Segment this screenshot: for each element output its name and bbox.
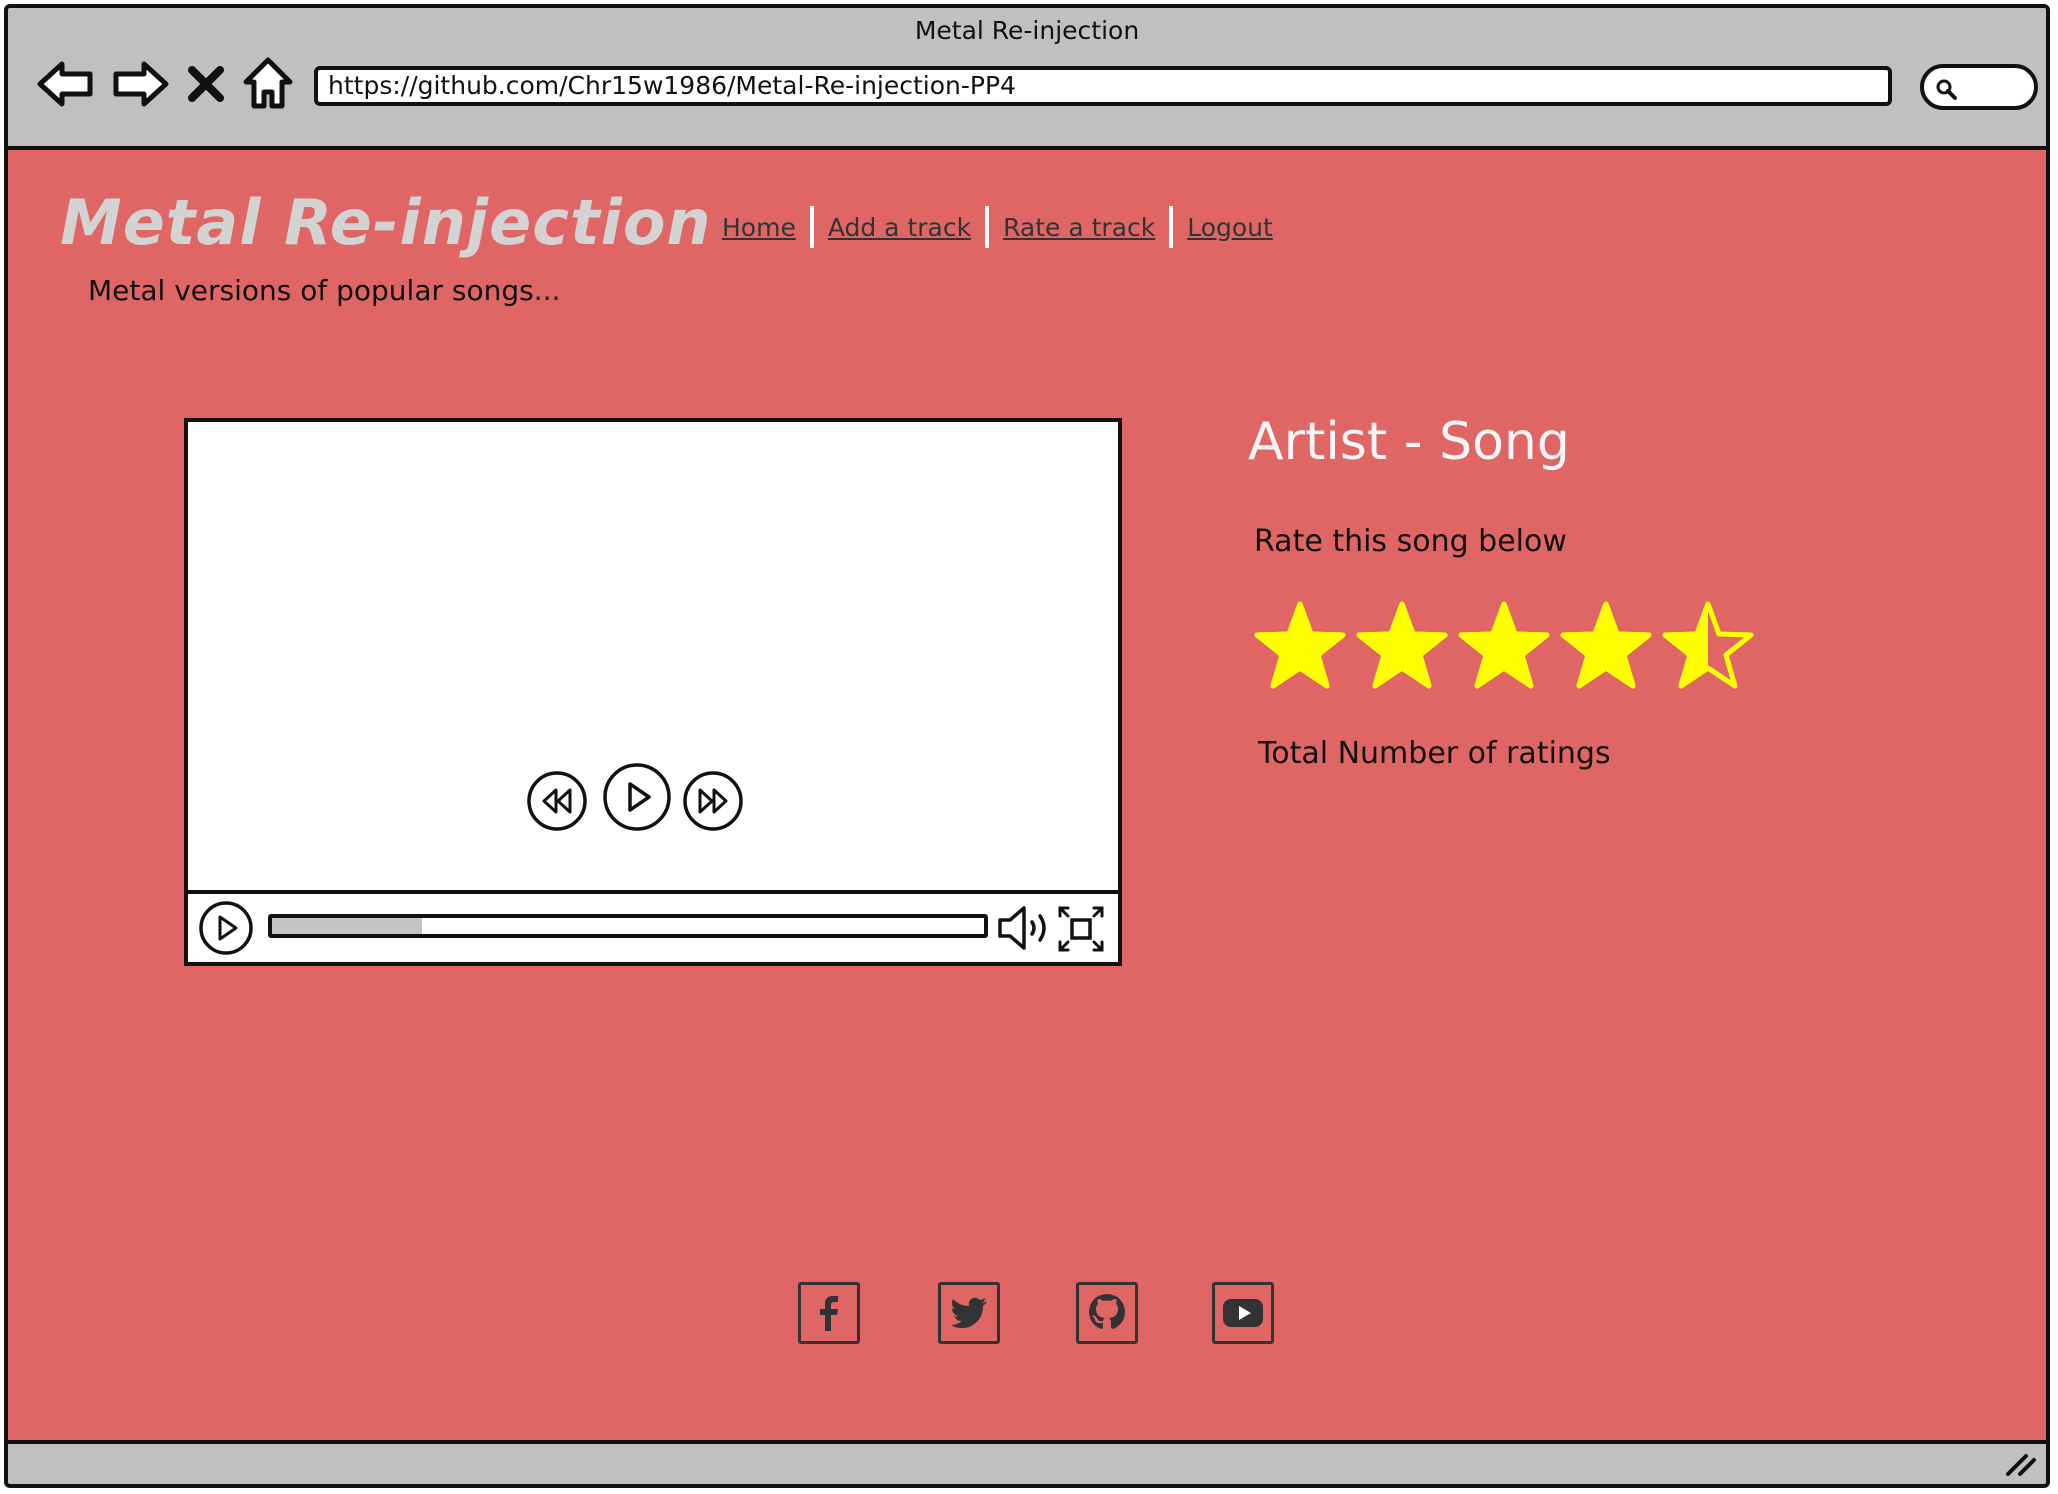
- star-rating[interactable]: [1252, 598, 1756, 694]
- video-player[interactable]: [184, 418, 1122, 966]
- home-icon[interactable]: [236, 52, 300, 116]
- nav-link-logout[interactable]: Logout: [1173, 213, 1287, 242]
- play-icon[interactable]: [602, 762, 672, 832]
- nav-link-home[interactable]: Home: [708, 213, 810, 242]
- rewind-icon[interactable]: [526, 770, 588, 832]
- total-ratings-label: Total Number of ratings: [1258, 736, 1611, 771]
- player-control-bar: [188, 890, 1118, 962]
- main-nav: Home Add a track Rate a track Logout: [708, 206, 1287, 248]
- search-icon: [1936, 79, 1957, 100]
- progress-fill: [272, 918, 422, 934]
- star-full-icon[interactable]: [1558, 598, 1654, 694]
- browser-window: Metal Re-injection https://github.com/Ch…: [4, 4, 2050, 1488]
- twitter-icon[interactable]: [938, 1282, 1000, 1344]
- volume-icon[interactable]: [996, 902, 1052, 954]
- star-half-icon[interactable]: [1660, 598, 1756, 694]
- resize-grip-icon[interactable]: [2004, 1448, 2038, 1478]
- star-full-icon[interactable]: [1252, 598, 1348, 694]
- site-title[interactable]: Metal Re-injection: [60, 186, 712, 259]
- page-content: Metal Re-injection Metal versions of pop…: [8, 150, 2046, 1440]
- star-full-icon[interactable]: [1354, 598, 1450, 694]
- forward-arrow-icon[interactable]: [108, 52, 172, 116]
- window-title: Metal Re-injection: [914, 16, 1140, 45]
- fast-forward-icon[interactable]: [682, 770, 744, 832]
- search-input[interactable]: [1920, 64, 2038, 110]
- play-icon[interactable]: [198, 900, 254, 956]
- track-title: Artist - Song: [1248, 412, 1570, 472]
- site-tagline: Metal versions of popular songs...: [88, 274, 561, 307]
- back-arrow-icon[interactable]: [34, 52, 98, 116]
- github-icon[interactable]: [1076, 1282, 1138, 1344]
- nav-link-rate-track[interactable]: Rate a track: [989, 213, 1169, 242]
- nav-link-add-track[interactable]: Add a track: [814, 213, 985, 242]
- fullscreen-icon[interactable]: [1056, 904, 1106, 954]
- facebook-icon[interactable]: [798, 1282, 860, 1344]
- youtube-icon[interactable]: [1212, 1282, 1274, 1344]
- star-full-icon[interactable]: [1456, 598, 1552, 694]
- url-input[interactable]: https://github.com/Chr15w1986/Metal-Re-i…: [314, 66, 1892, 106]
- rate-prompt: Rate this song below: [1254, 524, 1567, 559]
- close-icon[interactable]: [180, 52, 232, 116]
- progress-bar[interactable]: [268, 914, 988, 938]
- status-bar-divider: [8, 1440, 2046, 1444]
